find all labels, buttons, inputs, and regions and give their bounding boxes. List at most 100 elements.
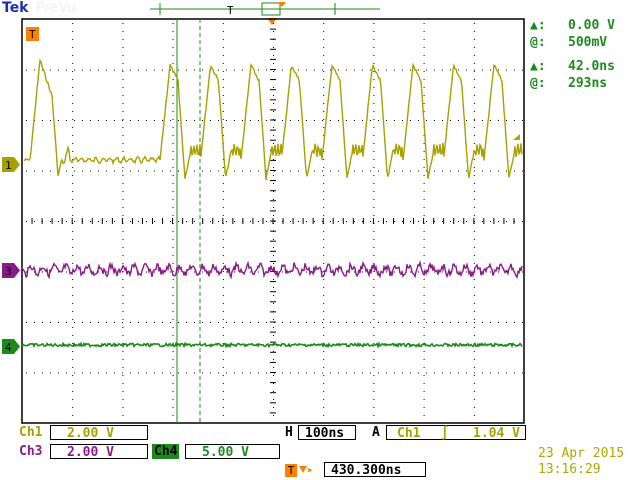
graticule-dot bbox=[266, 221, 267, 222]
graticule-dot bbox=[490, 69, 491, 71]
trigger-delay-value[interactable]: 430.300ns bbox=[324, 462, 426, 478]
graticule-dot bbox=[72, 191, 74, 192]
graticule-dot bbox=[423, 351, 425, 352]
graticule-dot bbox=[273, 175, 274, 176]
graticule-dot bbox=[410, 372, 411, 374]
graticule-dot bbox=[122, 207, 124, 208]
graticule-dot bbox=[418, 69, 419, 71]
graticule-dot bbox=[122, 63, 124, 64]
graticule-dot bbox=[370, 120, 371, 121]
graticule-dot bbox=[522, 372, 523, 374]
graticule-dot bbox=[306, 69, 307, 71]
graticule-dot bbox=[106, 170, 107, 172]
graticule-dot bbox=[42, 372, 43, 374]
graticule-dot bbox=[154, 120, 155, 121]
graticule-dot bbox=[122, 335, 124, 336]
graticule-dot bbox=[354, 120, 355, 121]
graticule-dot bbox=[373, 335, 375, 336]
trigger-level: 1.04 V bbox=[473, 426, 520, 441]
graticule-dot bbox=[282, 170, 283, 172]
graticule-dot bbox=[418, 271, 419, 273]
graticule-dot bbox=[423, 167, 425, 168]
ch1-marker[interactable]: 1 bbox=[2, 157, 20, 172]
graticule-dot bbox=[323, 191, 325, 192]
graticule-dot bbox=[34, 372, 35, 374]
graticule-dot bbox=[373, 215, 375, 216]
graticule-dot bbox=[72, 367, 74, 368]
graticule-dot bbox=[522, 221, 523, 222]
graticule-dot bbox=[50, 69, 51, 71]
ch4-label[interactable]: Ch4 bbox=[152, 444, 180, 459]
graticule-dot bbox=[162, 372, 163, 374]
graticule-dot bbox=[72, 175, 74, 176]
graticule-dot bbox=[222, 327, 224, 328]
t-at-symbol: @: bbox=[530, 76, 546, 91]
graticule-dot bbox=[72, 95, 74, 96]
graticule-dot bbox=[72, 183, 74, 184]
graticule-dot bbox=[222, 215, 224, 216]
graticule-dot bbox=[72, 151, 74, 152]
graticule-dot bbox=[323, 247, 325, 248]
graticule-dot bbox=[323, 47, 325, 48]
graticule-dot bbox=[273, 103, 274, 104]
graticule-dot bbox=[373, 127, 375, 128]
graticule-dot bbox=[386, 69, 387, 71]
ch3-scale[interactable]: 2.00 V bbox=[50, 444, 148, 460]
graticule-dot bbox=[373, 207, 375, 208]
graticule-dot bbox=[172, 303, 174, 304]
graticule-dot bbox=[273, 335, 274, 336]
trigger-level-icon[interactable] bbox=[513, 134, 520, 140]
graticule-dot bbox=[122, 111, 124, 112]
graticule-dot bbox=[72, 375, 74, 376]
graticule-dot bbox=[373, 183, 375, 184]
graticule-dot bbox=[373, 415, 375, 416]
graticule-dot bbox=[323, 159, 325, 160]
ch4-marker[interactable]: 4 bbox=[2, 339, 20, 354]
graticule-dot bbox=[323, 311, 325, 312]
graticule-dot bbox=[373, 279, 375, 280]
graticule-dot bbox=[373, 319, 375, 320]
horizontal-scale[interactable]: 100ns bbox=[298, 425, 356, 441]
graticule-dot bbox=[146, 170, 147, 172]
graticule-dot bbox=[138, 69, 139, 71]
svg-text:4: 4 bbox=[5, 341, 12, 354]
graticule-dot bbox=[172, 375, 174, 376]
graticule-dot bbox=[370, 372, 371, 374]
graticule-dot bbox=[442, 372, 443, 374]
graticule-dot bbox=[273, 415, 274, 416]
ch3-marker[interactable]: 3 bbox=[2, 263, 20, 278]
graticule-dot bbox=[90, 170, 91, 172]
graticule-dot bbox=[122, 375, 124, 376]
graticule-dot bbox=[423, 87, 425, 88]
graticule-dot bbox=[50, 322, 51, 323]
graticule-dot bbox=[172, 335, 174, 336]
graticule-dot bbox=[172, 207, 174, 208]
graticule-dot bbox=[172, 359, 174, 360]
graticule-dot bbox=[298, 322, 299, 323]
graticule-dot bbox=[138, 372, 139, 374]
graticule-dot bbox=[423, 247, 425, 248]
trigger-readout[interactable]: Ch1 ∫ 1.04 V bbox=[386, 425, 526, 441]
graticule-dot bbox=[50, 221, 51, 222]
ch3-label[interactable]: Ch3 bbox=[19, 444, 42, 459]
graticule-dot bbox=[323, 407, 325, 408]
graticule-dot bbox=[172, 79, 174, 80]
graticule-dot bbox=[170, 120, 171, 121]
graticule-dot bbox=[122, 199, 124, 200]
graticule-dot bbox=[490, 170, 491, 172]
graticule-dot bbox=[72, 335, 74, 336]
graticule-dot bbox=[74, 322, 75, 323]
graticule-dot bbox=[66, 69, 67, 71]
ch1-scale[interactable]: 2.00 V bbox=[50, 425, 148, 441]
graticule-dot bbox=[473, 335, 475, 336]
graticule-dot bbox=[298, 170, 299, 172]
ch4-scale[interactable]: 5.00 V bbox=[185, 444, 280, 460]
trigger-delay-icon: T ▸ bbox=[285, 463, 314, 478]
graticule-dot bbox=[122, 175, 124, 176]
graticule-dot bbox=[222, 303, 224, 304]
graticule-dot bbox=[172, 295, 174, 296]
graticule-dot bbox=[423, 207, 425, 208]
ch1-label[interactable]: Ch1 bbox=[19, 425, 42, 440]
graticule-dot bbox=[72, 415, 74, 416]
graticule-dot bbox=[178, 372, 179, 374]
